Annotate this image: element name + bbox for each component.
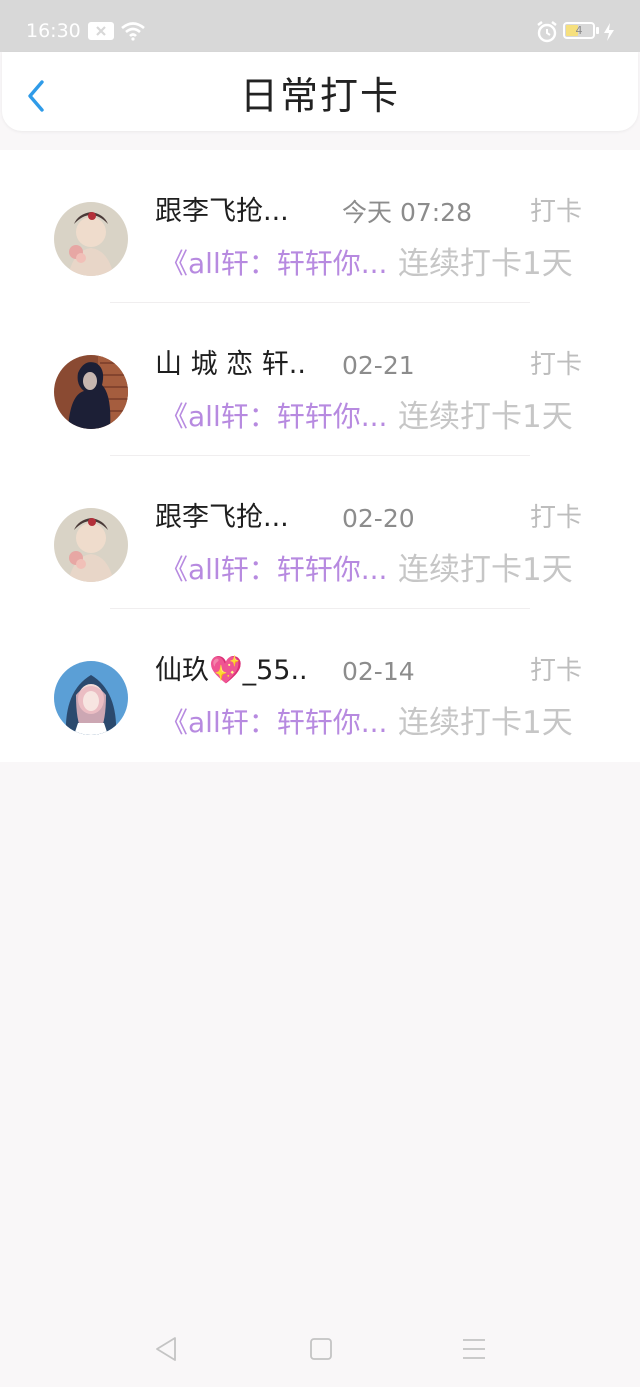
checkin-list: 跟李飞抢... 今天 07:28 打卡 《all轩：轩轩你... 连续打卡1天 … bbox=[0, 150, 640, 762]
user-name: 山 城 恋 轩... bbox=[155, 349, 305, 380]
user-name: 跟李飞抢... bbox=[155, 502, 289, 533]
list-item[interactable]: 跟李飞抢... 今天 07:28 打卡 《all轩：轩轩你... 连续打卡1天 bbox=[0, 150, 640, 303]
story-link[interactable]: 《all轩：轩轩你... bbox=[160, 245, 387, 283]
back-triangle-icon[interactable] bbox=[154, 1336, 180, 1362]
streak-text: 连续打卡1天 bbox=[398, 705, 573, 741]
user-name: 仙玖💖_55... bbox=[155, 655, 305, 686]
battery-level: 4 bbox=[575, 24, 583, 37]
header: 日常打卡 bbox=[2, 52, 638, 131]
list-item[interactable]: 山 城 恋 轩... 02-21 打卡 《all轩：轩轩你... 连续打卡1天 bbox=[0, 303, 640, 456]
checkin-tag: 打卡 bbox=[530, 656, 583, 686]
streak-text: 连续打卡1天 bbox=[398, 246, 573, 282]
checkin-tag: 打卡 bbox=[530, 503, 583, 533]
user-name: 跟李飞抢... bbox=[155, 196, 289, 227]
avatar[interactable] bbox=[54, 355, 128, 429]
avatar[interactable] bbox=[54, 508, 128, 582]
home-square-icon[interactable] bbox=[308, 1336, 334, 1362]
charging-icon bbox=[604, 23, 614, 41]
story-link[interactable]: 《all轩：轩轩你... bbox=[160, 704, 387, 742]
status-bar: 16:30 4 bbox=[0, 0, 640, 52]
menu-lines-icon[interactable] bbox=[461, 1336, 487, 1362]
list-item[interactable]: 仙玖💖_55... 02-14 打卡 《all轩：轩轩你... 连续打卡1天 bbox=[0, 609, 640, 762]
checkin-tag: 打卡 bbox=[530, 350, 583, 380]
checkin-time: 今天 07:28 bbox=[342, 198, 472, 227]
battery-icon: 4 bbox=[563, 22, 595, 39]
notification-icon bbox=[88, 22, 114, 40]
list-item[interactable]: 跟李飞抢... 02-20 打卡 《all轩：轩轩你... 连续打卡1天 bbox=[0, 456, 640, 609]
checkin-time: 02-14 bbox=[342, 657, 415, 686]
checkin-time: 02-20 bbox=[342, 504, 415, 533]
avatar[interactable] bbox=[54, 202, 128, 276]
streak-text: 连续打卡1天 bbox=[398, 399, 573, 435]
checkin-tag: 打卡 bbox=[530, 197, 583, 227]
streak-text: 连续打卡1天 bbox=[398, 552, 573, 588]
story-link[interactable]: 《all轩：轩轩你... bbox=[160, 398, 387, 436]
wifi-icon bbox=[121, 22, 145, 41]
system-nav-bar bbox=[0, 1310, 640, 1387]
page-title: 日常打卡 bbox=[239, 74, 400, 118]
story-link[interactable]: 《all轩：轩轩你... bbox=[160, 551, 387, 589]
alarm-icon bbox=[537, 21, 557, 43]
battery-tip bbox=[596, 27, 599, 34]
avatar[interactable] bbox=[54, 661, 128, 735]
status-time: 16:30 bbox=[26, 20, 81, 42]
checkin-time: 02-21 bbox=[342, 351, 415, 380]
